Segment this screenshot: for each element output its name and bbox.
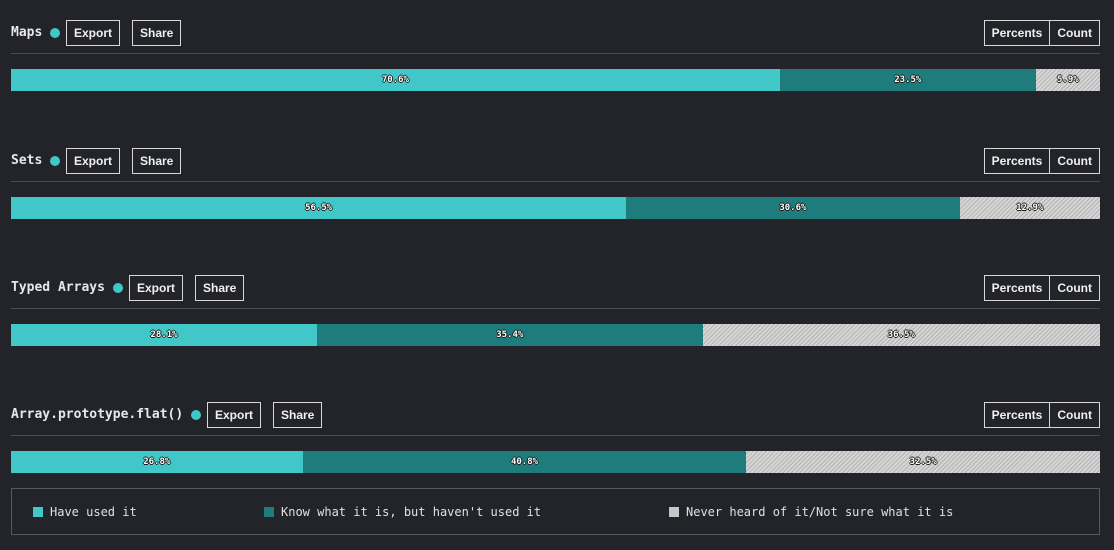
- legend-swatch: [669, 507, 679, 517]
- stacked-bar: 28.1% 35.4% 36.5%: [11, 324, 1100, 346]
- data-label: 23.5%: [894, 75, 922, 85]
- legend-label: Know what it is, but haven't used it: [281, 505, 542, 519]
- feature-title: Array.prototype.flat(): [11, 407, 184, 422]
- units-toggle: Percents Count: [983, 148, 1100, 174]
- feature-block: Typed Arrays Export Share Percents Count 28.1…: [11, 275, 1100, 346]
- units-toggle: Percents Count: [983, 402, 1100, 428]
- data-label: 5.9%: [1057, 75, 1079, 85]
- share-button[interactable]: Share: [132, 148, 182, 174]
- data-label: 28.1%: [150, 330, 178, 340]
- stacked-bar: 26.8% 40.8% 32.5%: [11, 451, 1100, 473]
- feature-header: Sets Export Share Percents Count: [11, 148, 1100, 176]
- legend-label: Never heard of it/Not sure what it is: [686, 505, 954, 519]
- feature-header: Typed Arrays Export Share Percents Count: [11, 275, 1100, 303]
- data-label: 30.6%: [779, 203, 807, 213]
- feature-header: Maps Export Share Percents Count: [11, 20, 1100, 48]
- data-label: 36.5%: [887, 330, 915, 340]
- data-label: 12.9%: [1016, 203, 1044, 213]
- legend-swatch: [264, 507, 274, 517]
- count-button[interactable]: Count: [1050, 275, 1100, 301]
- status-dot-icon: [50, 28, 60, 38]
- divider: [11, 181, 1100, 182]
- divider: [11, 53, 1100, 54]
- share-button[interactable]: Share: [273, 402, 323, 428]
- data-label: 35.4%: [496, 330, 524, 340]
- data-label: 40.8%: [510, 457, 539, 467]
- units-toggle: Percents Count: [983, 275, 1100, 301]
- export-button[interactable]: Export: [129, 275, 184, 301]
- percents-button[interactable]: Percents: [983, 402, 1051, 428]
- count-button[interactable]: Count: [1050, 148, 1100, 174]
- feature-title: Typed Arrays: [11, 280, 105, 295]
- data-label: 32.5%: [909, 457, 937, 467]
- feature-block: Array.prototype.flat() Export Share Percent…: [11, 402, 1100, 473]
- feature-block: Maps Export Share Percents Count 70.6% 23.5% 5.…: [11, 20, 1100, 91]
- data-label: 26.8%: [143, 457, 171, 467]
- legend-item[interactable]: Have used it: [33, 505, 137, 519]
- share-button[interactable]: Share: [195, 275, 245, 301]
- feature-title: Sets: [11, 153, 43, 168]
- legend-item[interactable]: Know what it is, but haven't used it: [264, 505, 541, 519]
- percents-button[interactable]: Percents: [983, 275, 1051, 301]
- status-dot-icon: [50, 156, 60, 166]
- percents-button[interactable]: Percents: [983, 148, 1051, 174]
- status-dot-icon: [191, 410, 201, 420]
- feature-block: Sets Export Share Percents Count 56.5% 30.6% 12…: [11, 148, 1100, 219]
- data-label: 70.6%: [381, 75, 409, 85]
- feature-header: Array.prototype.flat() Export Share Percent…: [11, 402, 1100, 430]
- divider: [11, 308, 1100, 309]
- count-button[interactable]: Count: [1050, 402, 1100, 428]
- export-button[interactable]: Export: [66, 148, 121, 174]
- units-toggle: Percents Count: [983, 20, 1100, 46]
- legend-swatch: [33, 507, 43, 517]
- stacked-bar: 70.6% 23.5% 5.9%: [11, 69, 1100, 91]
- divider: [11, 435, 1100, 436]
- export-button[interactable]: Export: [66, 20, 121, 46]
- legend-item[interactable]: Never heard of it/Not sure what it is: [669, 505, 953, 519]
- status-dot-icon: [113, 283, 123, 293]
- export-button[interactable]: Export: [207, 402, 262, 428]
- share-button[interactable]: Share: [132, 20, 182, 46]
- percents-button[interactable]: Percents: [983, 20, 1051, 46]
- legend-label: Have used it: [50, 505, 137, 519]
- legend: Have used it Know what it is, but haven't…: [11, 488, 1100, 535]
- feature-title: Maps: [11, 25, 43, 40]
- data-label: 56.5%: [305, 203, 333, 213]
- count-button[interactable]: Count: [1050, 20, 1100, 46]
- stacked-bar: 56.5% 30.6% 12.9%: [11, 197, 1100, 219]
